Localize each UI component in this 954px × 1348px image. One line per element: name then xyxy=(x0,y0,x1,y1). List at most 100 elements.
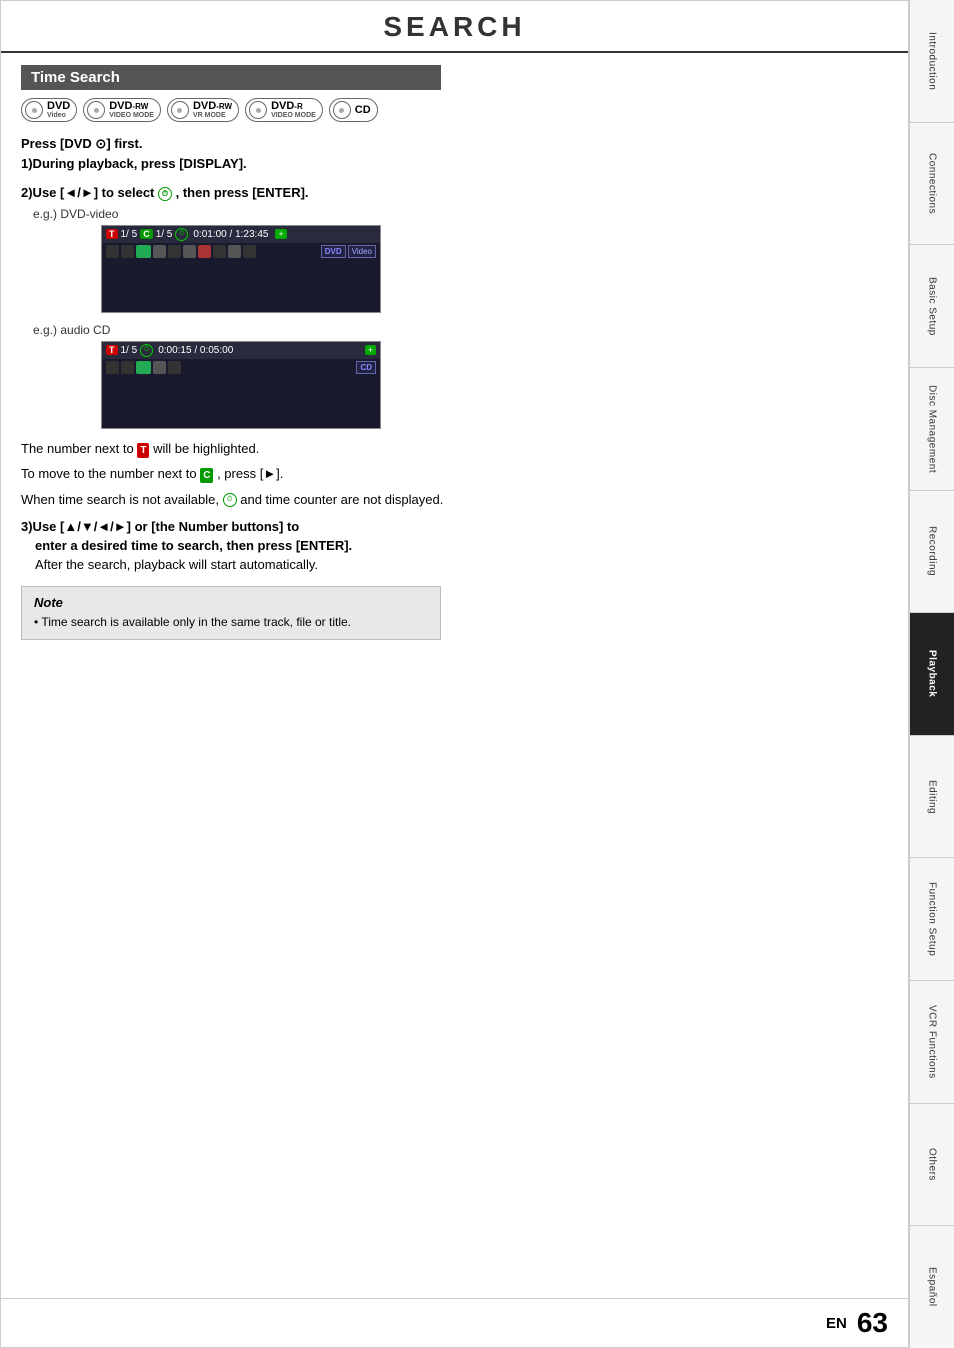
osd-cd-clock-badge: ⏱ xyxy=(140,344,153,357)
example-cd-label: e.g.) audio CD xyxy=(33,323,888,337)
osd-time-display: 0:01:00 / 1:23:45 xyxy=(193,229,268,240)
osd-clock-badge: ⏱ xyxy=(175,228,188,241)
osd-dvd-top-bar: T 1/ 5 C 1/ 5 ⏱ 0:01:00 / 1:23:45 + xyxy=(102,226,380,243)
tab-playback[interactable]: Playback xyxy=(910,613,954,736)
page-lang: EN xyxy=(826,1315,847,1332)
osd-dvd-tag: DVD xyxy=(321,245,346,258)
c-icon-inline: C xyxy=(200,468,213,483)
osd-screen1-wrapper: T 1/ 5 C 1/ 5 ⏱ 0:01:00 / 1:23:45 + xyxy=(21,225,888,313)
osd-icon-5 xyxy=(168,245,181,258)
tab-disc-management-label: Disc Management xyxy=(927,385,938,473)
osd-cd-icon-3 xyxy=(136,361,151,374)
osd-icon-10 xyxy=(243,245,256,258)
osd-cd-tag: CD xyxy=(356,361,376,374)
step3-header: 3)Use [▲/▼/◄/►] or [the Number buttons] … xyxy=(21,519,888,534)
disc-badge-dvd-rw-video: DVD-RW VIDEO MODE xyxy=(83,98,161,122)
main-content: SEARCH Time Search DVD Video DVD-RW V xyxy=(0,0,909,1348)
osd-cd-t-badge: T xyxy=(106,345,118,355)
disc-icons-row: DVD Video DVD-RW VIDEO MODE DVD-RW VR MO… xyxy=(21,98,888,122)
tab-function-setup[interactable]: Function Setup xyxy=(910,858,954,981)
step2-text: 2)Use [◄/►] to select xyxy=(21,185,158,200)
osd-chapter-num: 1/ 5 xyxy=(156,229,173,240)
disc-circle-dvd-rw-vr xyxy=(171,101,189,119)
highlight-note: The number next to T will be highlighted… xyxy=(21,439,888,459)
tab-vcr-functions-label: VCR Functions xyxy=(927,1005,938,1079)
tab-editing-label: Editing xyxy=(927,780,938,814)
osd-cd-icon-1 xyxy=(106,361,119,374)
page-title: SEARCH xyxy=(1,11,908,43)
osd-screen-dvd: T 1/ 5 C 1/ 5 ⏱ 0:01:00 / 1:23:45 + xyxy=(101,225,381,313)
osd-cd-icon-4 xyxy=(153,361,166,374)
tab-espanol-label: Español xyxy=(927,1267,938,1307)
tab-disc-management[interactable]: Disc Management xyxy=(910,368,954,491)
move-text-before: To move to the number next to xyxy=(21,466,200,481)
tab-connections-label: Connections xyxy=(927,153,938,214)
osd-cd-time-display: 0:00:15 / 0:05:00 xyxy=(158,345,233,356)
page-number: 63 xyxy=(857,1307,888,1339)
osd-icon-1 xyxy=(106,245,119,258)
note-content: • Time search is available only in the s… xyxy=(34,614,428,631)
step1-instruction: 1)During playback, press [DISPLAY]. xyxy=(21,156,888,171)
tab-others[interactable]: Others xyxy=(910,1104,954,1227)
osd-next-btn: + xyxy=(275,229,286,239)
tab-editing[interactable]: Editing xyxy=(910,736,954,859)
step2-header: 2)Use [◄/►] to select ⏱ , then press [EN… xyxy=(21,185,888,201)
step3-section: 3)Use [▲/▼/◄/►] or [the Number buttons] … xyxy=(21,519,888,572)
tab-recording[interactable]: Recording xyxy=(910,491,954,614)
step2-text2: , then press [ENTER]. xyxy=(176,185,309,200)
step3-cont: enter a desired time to search, then pre… xyxy=(35,538,888,553)
move-note: To move to the number next to C , press … xyxy=(21,464,888,484)
tab-basic-setup[interactable]: Basic Setup xyxy=(910,245,954,368)
tab-introduction[interactable]: Introduction xyxy=(910,0,954,123)
disc-badge-dvd-rw-vr: DVD-RW VR MODE xyxy=(167,98,239,122)
osd-icon-2 xyxy=(121,245,134,258)
osd-cd-top-bar: T 1/ 5 ⏱ 0:00:15 / 0:05:00 + xyxy=(102,342,380,359)
osd-cd-icon-5 xyxy=(168,361,181,374)
osd-dvd-bottom-icons: DVD Video xyxy=(102,243,380,260)
osd-video-tag: Video xyxy=(348,245,376,258)
osd-cd-bottom-icons: CD xyxy=(102,359,380,376)
osd-cd-icon-2 xyxy=(121,361,134,374)
example-dvd-label: e.g.) DVD-video xyxy=(33,207,888,221)
unavailable-note: When time search is not available, ⏱ and… xyxy=(21,490,888,510)
osd-icon-9 xyxy=(228,245,241,258)
t-icon-inline: T xyxy=(137,443,149,458)
osd-dvd-badge-group: DVD Video xyxy=(321,245,376,258)
osd-track-num: 1/ 5 xyxy=(121,229,138,240)
tab-connections[interactable]: Connections xyxy=(910,123,954,246)
disc-badge-dvd-r: DVD-R VIDEO MODE xyxy=(245,98,323,122)
clock-icon-unavail: ⏱ xyxy=(223,493,237,507)
osd-icon-3 xyxy=(136,245,151,258)
tab-playback-label: Playback xyxy=(927,650,938,697)
content-body: Time Search DVD Video DVD-RW VIDEO MODE xyxy=(1,53,908,1298)
tab-introduction-label: Introduction xyxy=(927,32,938,90)
tab-others-label: Others xyxy=(927,1148,938,1181)
clock-select-icon: ⏱ xyxy=(158,187,172,201)
tab-basic-setup-label: Basic Setup xyxy=(927,277,938,336)
osd-screen-cd: T 1/ 5 ⏱ 0:00:15 / 0:05:00 + CD xyxy=(101,341,381,429)
osd-icon-6 xyxy=(183,245,196,258)
osd-t-badge: T xyxy=(106,229,118,239)
tab-vcr-functions[interactable]: VCR Functions xyxy=(910,981,954,1104)
unavail-text-before: When time search is not available, xyxy=(21,492,223,507)
disc-circle-dvd-video xyxy=(25,101,43,119)
osd-cd-next-btn: + xyxy=(365,345,376,355)
tab-function-setup-label: Function Setup xyxy=(927,882,938,956)
unavail-text-after: and time counter are not displayed. xyxy=(240,492,443,507)
tab-recording-label: Recording xyxy=(927,526,938,576)
osd-c-badge: C xyxy=(140,229,153,239)
section-header: Time Search xyxy=(21,65,441,90)
disc-circle-dvd-r xyxy=(249,101,267,119)
right-sidebar: Introduction Connections Basic Setup Dis… xyxy=(909,0,954,1348)
osd-icon-7 xyxy=(198,245,211,258)
step3-after: After the search, playback will start au… xyxy=(35,557,888,572)
disc-badge-cd: CD xyxy=(329,98,378,122)
press-dvd-instruction: Press [DVD ⊙] first. xyxy=(21,136,888,152)
osd-icon-8 xyxy=(213,245,226,258)
move-text-after: , press [►]. xyxy=(217,466,283,481)
osd-cd-track-num: 1/ 5 xyxy=(121,345,138,356)
osd-screen2-wrapper: T 1/ 5 ⏱ 0:00:15 / 0:05:00 + CD xyxy=(21,341,888,429)
highlight-text-after: will be highlighted. xyxy=(153,441,259,456)
tab-espanol[interactable]: Español xyxy=(910,1226,954,1348)
disc-circle-cd xyxy=(333,101,351,119)
